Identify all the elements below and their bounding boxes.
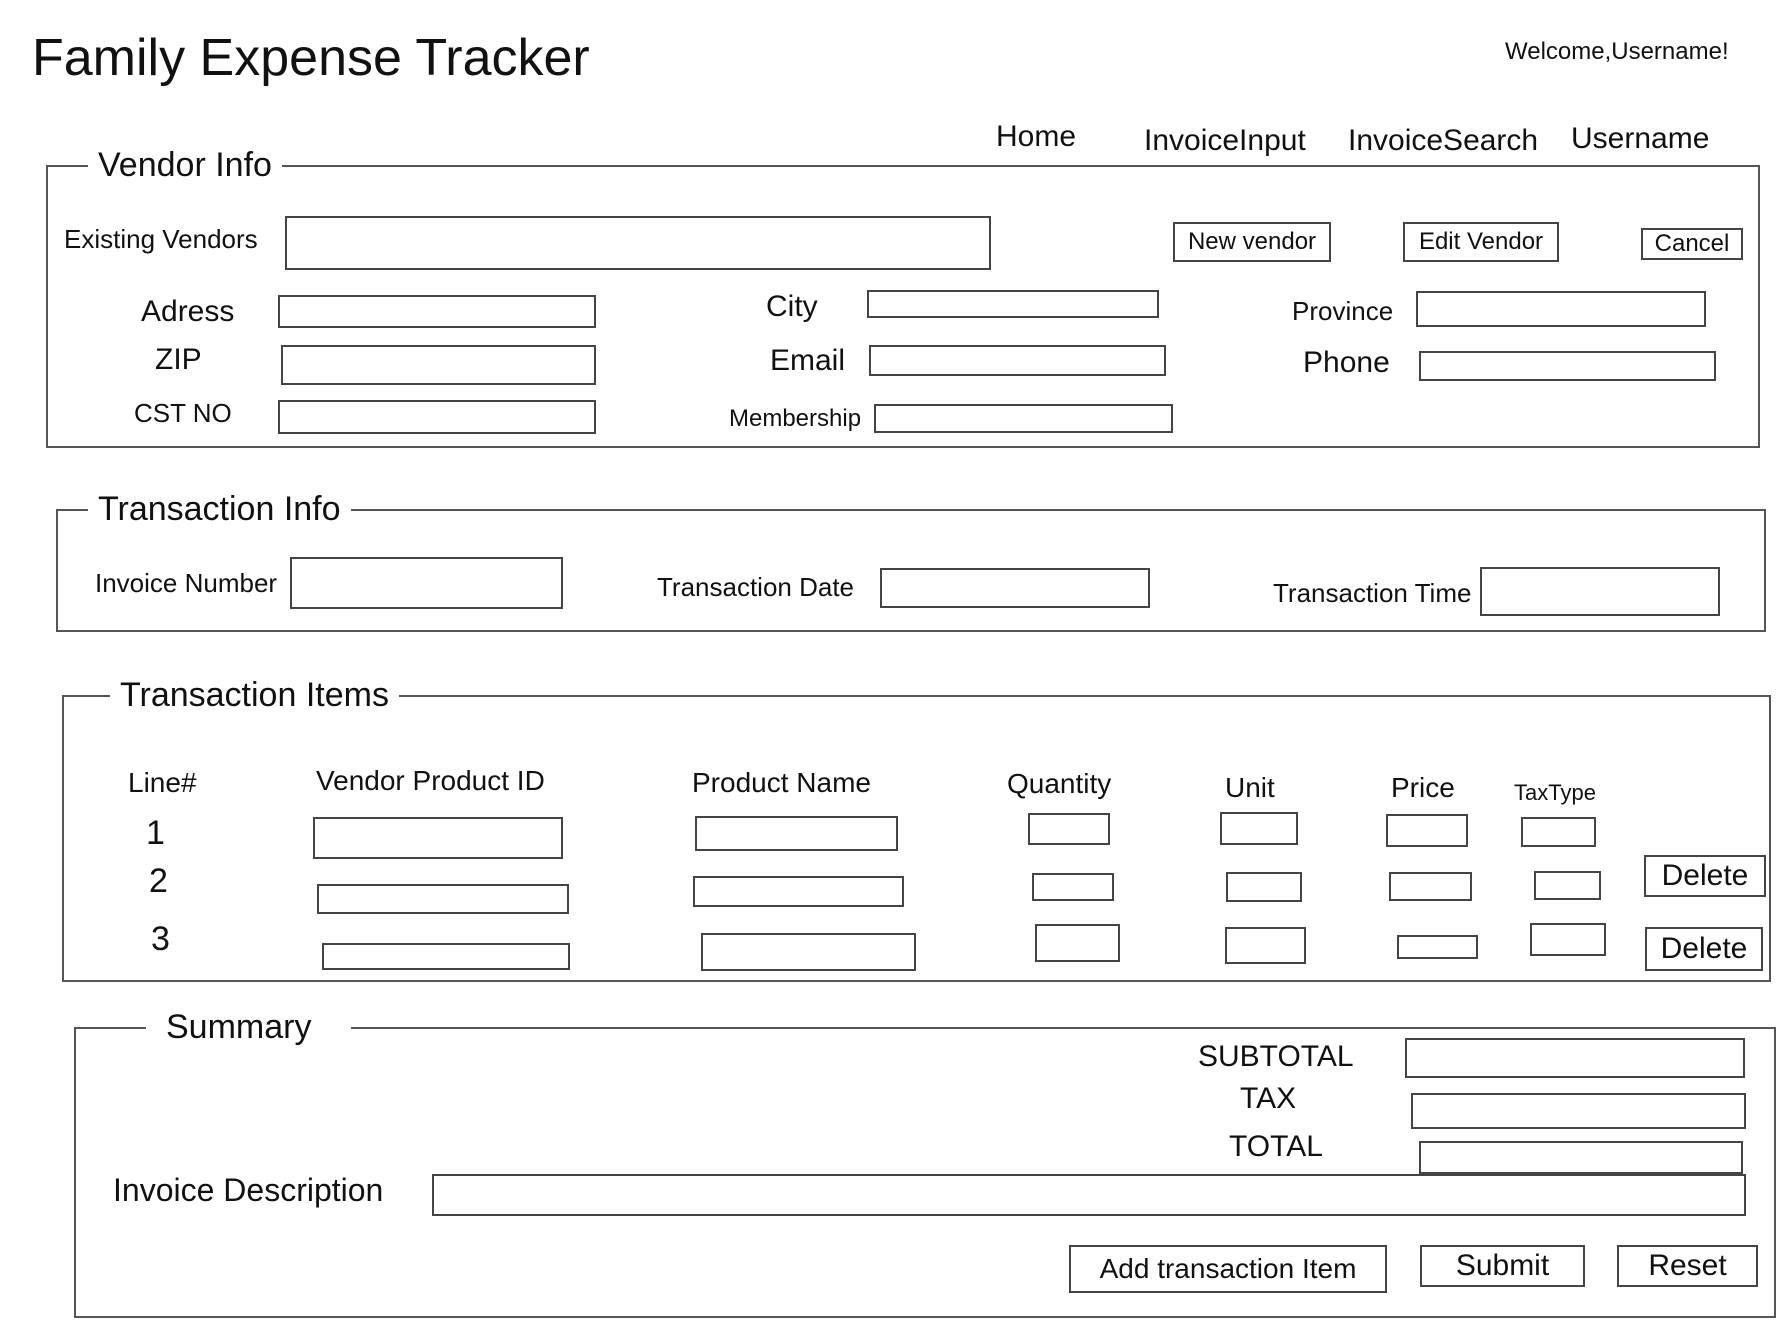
add-transaction-item-button[interactable]: Add transaction Item [1069,1245,1387,1293]
row-1-quantity-input[interactable] [1028,813,1110,845]
col-header-vendor-product-id: Vendor Product ID [316,765,545,796]
tax-label: TAX [1240,1082,1297,1115]
row-1-taxtype-input[interactable] [1521,817,1596,847]
transaction-time-input[interactable] [1480,567,1720,616]
invoice-description-input[interactable] [432,1174,1746,1216]
row-1-line-number: 1 [146,814,165,852]
row-2-price-input[interactable] [1389,872,1472,901]
row-1-product-name-input[interactable] [695,816,898,851]
zip-label: ZIP [155,343,202,376]
tax-input[interactable] [1411,1093,1746,1129]
row-1-unit-input[interactable] [1220,812,1298,845]
email-input[interactable] [869,345,1166,376]
invoice-number-label: Invoice Number [95,568,278,598]
row-2-unit-input[interactable] [1226,872,1302,902]
submit-button[interactable]: Submit [1420,1245,1585,1287]
row-3-product-name-input[interactable] [701,933,916,971]
invoice-description-label: Invoice Description [113,1172,384,1208]
edit-vendor-button[interactable]: Edit Vendor [1403,222,1559,262]
row-2-taxtype-input[interactable] [1534,871,1601,900]
subtotal-label: SUBTOTAL [1198,1040,1354,1073]
province-input[interactable] [1416,291,1706,327]
col-header-price: Price [1391,772,1455,803]
existing-vendors-label: Existing Vendors [64,224,258,254]
transaction-time-label: Transaction Time [1273,578,1472,608]
phone-input[interactable] [1419,351,1716,381]
row-3-line-number: 3 [151,920,170,958]
existing-vendors-select[interactable] [285,216,991,270]
row-2-product-name-input[interactable] [693,876,904,907]
row-3-taxtype-input[interactable] [1530,923,1606,956]
row-3-quantity-input[interactable] [1035,924,1120,962]
row-3-delete-button[interactable]: Delete [1645,927,1763,971]
membership-label: Membership [729,405,862,432]
col-header-product-name: Product Name [692,767,871,798]
city-input[interactable] [867,290,1159,318]
row-2-line-number: 2 [149,862,168,900]
row-2-quantity-input[interactable] [1032,873,1114,901]
new-vendor-button[interactable]: New vendor [1173,222,1331,262]
address-input[interactable] [278,295,596,328]
total-label: TOTAL [1229,1130,1323,1163]
email-label: Email [770,344,846,377]
col-header-quantity: Quantity [1007,768,1112,799]
phone-label: Phone [1303,346,1390,379]
row-1-price-input[interactable] [1386,814,1468,847]
reset-button[interactable]: Reset [1617,1245,1758,1287]
col-header-unit: Unit [1225,772,1275,803]
row-2-vendor-product-id-input[interactable] [317,884,569,914]
total-input[interactable] [1419,1141,1743,1174]
summary-legend: Summary [166,1008,312,1046]
transaction-info-legend: Transaction Info [98,490,341,528]
subtotal-input[interactable] [1405,1038,1745,1078]
row-1-vendor-product-id-input[interactable] [313,817,563,859]
col-header-taxtype: TaxType [1514,780,1596,805]
row-3-vendor-product-id-input[interactable] [322,943,570,970]
col-header-line: Line# [128,767,197,798]
row-3-price-input[interactable] [1397,935,1478,959]
welcome-message: Welcome,Username! [1505,38,1729,65]
province-label: Province [1292,296,1394,326]
cancel-vendor-button[interactable]: Cancel [1641,228,1743,260]
membership-input[interactable] [874,404,1173,433]
invoice-number-input[interactable] [290,557,563,609]
app-title: Family Expense Tracker [32,29,590,87]
cst-no-input[interactable] [278,400,596,434]
transaction-date-input[interactable] [880,568,1150,608]
city-label: City [766,290,818,323]
row-2-delete-button[interactable]: Delete [1644,855,1766,897]
vendor-info-legend: Vendor Info [98,146,272,184]
address-label: Adress [141,295,235,328]
cst-no-label: CST NO [134,398,232,428]
row-3-unit-input[interactable] [1225,927,1306,964]
transaction-items-legend: Transaction Items [120,676,389,714]
zip-input[interactable] [281,345,596,385]
transaction-date-label: Transaction Date [657,572,855,602]
